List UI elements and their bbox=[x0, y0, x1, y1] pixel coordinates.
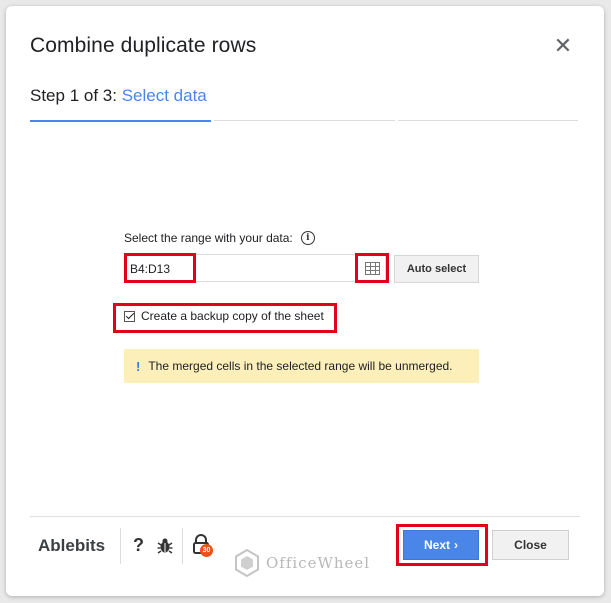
info-icon[interactable]: i bbox=[300, 231, 315, 245]
range-value-highlight bbox=[124, 253, 196, 283]
trial-days-badge: 30 bbox=[200, 544, 213, 557]
progress-step-1 bbox=[30, 119, 211, 122]
notice-text: The merged cells in the selected range w… bbox=[148, 359, 453, 373]
range-label: Select the range with your data: i bbox=[124, 231, 315, 245]
step-indicator: Step 1 of 3: Select data bbox=[30, 86, 207, 106]
dialog-title: Combine duplicate rows bbox=[30, 34, 257, 57]
footer-divider bbox=[30, 516, 580, 517]
auto-select-button[interactable]: Auto select bbox=[394, 255, 479, 283]
step-name: Select data bbox=[121, 86, 207, 105]
close-icon[interactable]: ✕ bbox=[552, 35, 574, 57]
merge-notice: ! The merged cells in the selected range… bbox=[124, 349, 479, 383]
combine-dialog: Combine duplicate rows ✕ Step 1 of 3: Se… bbox=[6, 6, 604, 596]
progress-step-2 bbox=[214, 120, 395, 121]
footer-separator bbox=[120, 528, 121, 564]
exclamation-icon: ! bbox=[136, 358, 141, 374]
watermark-text: OfficeWheel bbox=[266, 554, 371, 572]
officewheel-logo-icon bbox=[235, 549, 259, 577]
grid-button-highlight bbox=[355, 253, 389, 283]
backup-highlight bbox=[113, 303, 337, 333]
range-label-text: Select the range with your data: bbox=[124, 231, 293, 245]
help-icon[interactable]: ? bbox=[133, 535, 144, 556]
officewheel-watermark: OfficeWheel bbox=[234, 549, 370, 577]
step-prefix: Step 1 of 3: bbox=[30, 86, 117, 105]
ablebits-logo: Ablebits bbox=[38, 536, 106, 555]
bug-icon[interactable] bbox=[156, 536, 174, 554]
footer-separator bbox=[182, 528, 183, 564]
close-button[interactable]: Close bbox=[492, 530, 569, 560]
step-progress bbox=[30, 119, 578, 122]
progress-step-3 bbox=[398, 120, 578, 121]
next-button-highlight bbox=[396, 524, 488, 566]
